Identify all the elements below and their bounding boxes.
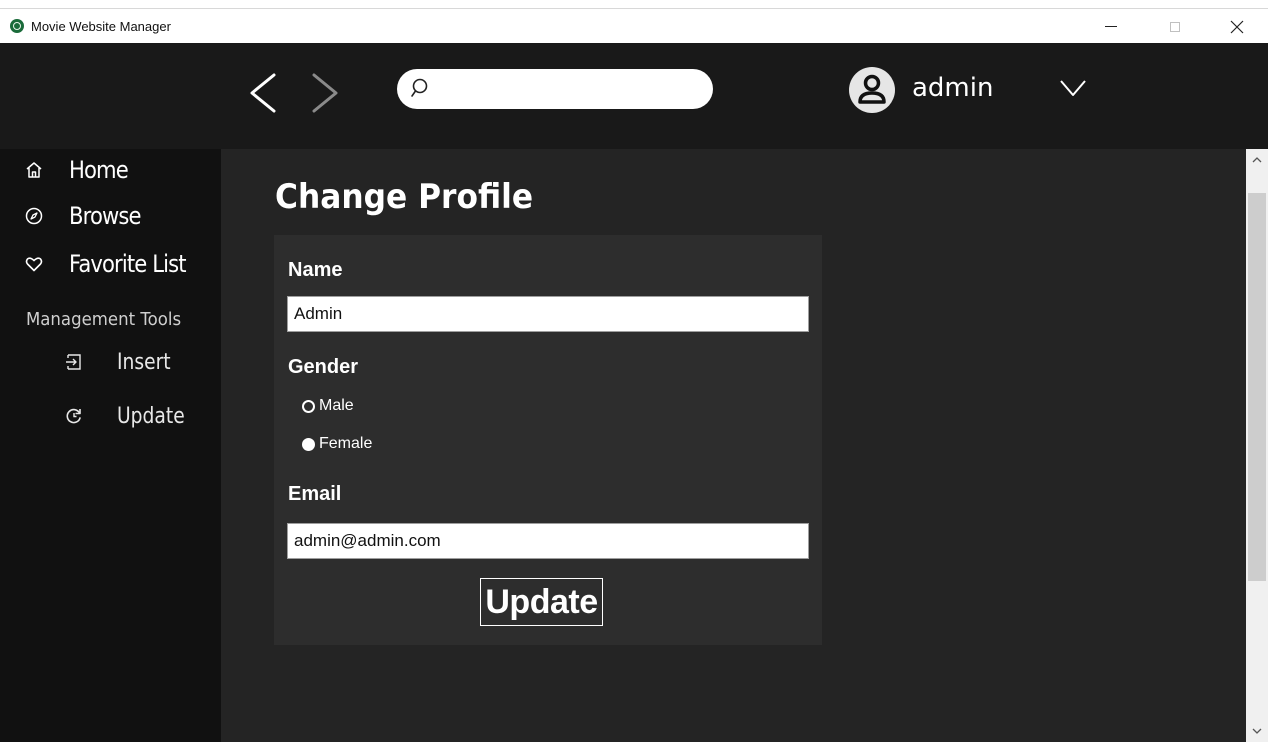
radio-label: Female (319, 435, 373, 452)
maximize-icon (1170, 21, 1180, 32)
sidebar-item-update[interactable]: Update (64, 399, 197, 433)
back-arrow-icon[interactable] (244, 69, 284, 117)
home-icon (26, 162, 42, 178)
sidebar-item-favorite-list[interactable]: Favorite List (24, 247, 202, 281)
forward-arrow-icon[interactable] (306, 69, 346, 117)
heart-icon (25, 257, 43, 272)
title-bar: Movie Website Manager (0, 8, 1268, 43)
close-icon (1230, 20, 1244, 33)
chevron-up-icon (1252, 157, 1262, 163)
chevron-down-icon[interactable] (1058, 75, 1088, 101)
email-label: Email (288, 483, 342, 505)
sidebar-item-label: Insert (117, 349, 171, 375)
sidebar-item-label: Favorite List (69, 250, 186, 278)
sidebar-item-browse[interactable]: Browse (24, 199, 150, 233)
vertical-scrollbar[interactable] (1246, 149, 1268, 742)
gender-radio-male[interactable]: Male (302, 397, 354, 415)
name-label: Name (288, 259, 343, 281)
refresh-icon (66, 408, 81, 424)
sign-in-icon (66, 354, 81, 370)
gender-label: Gender (288, 356, 359, 378)
sidebar-item-home[interactable]: Home (24, 153, 136, 187)
radio-checked-icon (302, 437, 315, 451)
update-button[interactable]: Update (480, 578, 603, 626)
profile-form: Name Gender Male Female Email Update (274, 235, 822, 645)
close-button[interactable] (1214, 9, 1260, 44)
email-field[interactable] (287, 523, 809, 559)
maximize-button[interactable] (1152, 9, 1198, 44)
search-input[interactable] (434, 75, 704, 103)
name-field[interactable] (287, 296, 809, 332)
main-content: Change Profile Name Gender Male Female E… (221, 149, 1246, 742)
radio-unchecked-icon (302, 399, 315, 413)
window-title: Movie Website Manager (31, 18, 171, 34)
header: admin (0, 43, 1268, 149)
minimize-button[interactable] (1088, 9, 1134, 44)
sidebar-item-insert[interactable]: Insert (64, 345, 180, 379)
user-name[interactable]: admin (912, 73, 993, 103)
sidebar-item-label: Home (69, 156, 129, 184)
scrollbar-thumb[interactable] (1248, 193, 1266, 581)
page-title: Change Profile (275, 177, 534, 217)
sidebar-item-label: Browse (69, 202, 142, 230)
sidebar-item-label: Update (117, 403, 185, 429)
search-icon (411, 78, 428, 97)
section-label: Management Tools (26, 309, 182, 330)
radio-label: Male (319, 397, 354, 414)
user-icon (858, 74, 886, 104)
gender-radio-female[interactable]: Female (302, 435, 372, 453)
avatar[interactable] (849, 67, 895, 113)
app-logo-icon (10, 19, 24, 33)
scroll-up-button[interactable] (1246, 149, 1268, 171)
sidebar: Home Browse Favorite List Management Too… (0, 149, 221, 742)
scroll-down-button[interactable] (1246, 720, 1268, 742)
minimize-icon (1105, 26, 1117, 27)
compass-icon (25, 207, 43, 225)
chevron-down-icon (1252, 728, 1262, 734)
